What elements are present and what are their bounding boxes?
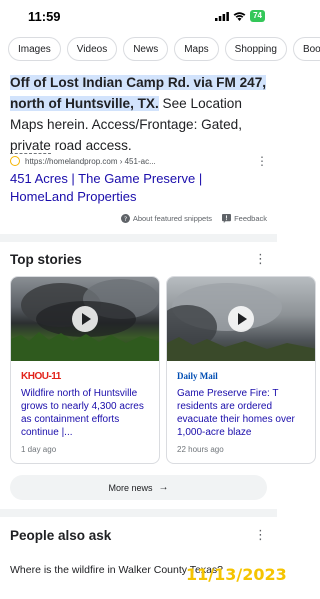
chip-maps[interactable]: Maps [174,37,219,61]
news-card[interactable]: KHOU-11 Wildfire north of Huntsville gro… [10,276,160,464]
status-bar: 11:59 74 [0,0,277,32]
feedback-label: Feedback [234,214,267,223]
news-thumbnail-smoke [11,277,159,361]
chip-shopping[interactable]: Shopping [224,37,287,61]
top-stories-title: Top stories [10,252,82,267]
chip-videos[interactable]: Videos [66,37,118,61]
news-headline[interactable]: Game Preserve Fire: T residents are orde… [177,387,312,439]
snippet-text-2: road access. [50,138,132,153]
snippet-highlight-1: Off of Lost Indian Camp Rd. via FM 247, [10,75,267,90]
feedback-icon [222,214,232,223]
about-featured-snippets[interactable]: ? About featured snippets [120,214,213,223]
news-source-daily-mail: Daily Mail [177,371,218,381]
news-source-khou: KHOU-11 [21,371,61,382]
play-icon[interactable] [228,306,254,332]
snippet-footer: ? About featured snippets Feedback [120,214,267,223]
chip-news[interactable]: News [123,37,169,61]
news-timestamp: 22 hours ago [177,445,224,454]
people-also-ask-title: People also ask [10,528,112,543]
battery-indicator: 74 [250,10,265,22]
arrow-right-icon: → [158,482,169,493]
signal-icon [215,11,229,21]
wifi-icon [233,11,246,21]
svg-text:?: ? [124,216,127,223]
section-divider [0,234,277,242]
snippet-dotted-term[interactable]: private [10,138,51,154]
section-divider [0,509,277,517]
chip-images[interactable]: Images [8,37,61,61]
about-snippets-label: About featured snippets [132,214,213,223]
play-icon[interactable] [72,306,98,332]
featured-snippet: Off of Lost Indian Camp Rd. via FM 247, … [10,72,270,156]
site-favicon-icon [10,156,20,166]
more-options-icon[interactable]: ⋮ [256,155,268,167]
result-source[interactable]: https://homelandprop.com › 451-ac... ⋮ [10,155,268,167]
chip-books[interactable]: Boo [292,37,320,61]
result-title-link[interactable]: 451 Acres | The Game Preserve | HomeLand… [10,170,268,206]
news-headline[interactable]: Wildfire north of Huntsville grows to ne… [21,387,156,439]
more-news-label: More news [108,482,153,493]
feedback-link[interactable]: Feedback [222,214,267,223]
news-timestamp: 1 day ago [21,445,57,454]
more-news-button[interactable]: More news → [10,475,267,500]
top-stories-more-icon[interactable]: ⋮ [254,251,267,267]
help-icon: ? [120,214,130,223]
search-filter-chips: Images Videos News Maps Shopping Boo [8,37,320,61]
result-url: https://homelandprop.com › 451-ac... [25,156,156,166]
people-also-ask-more-icon[interactable]: ⋮ [254,527,267,543]
status-icons: 74 [215,10,265,22]
date-watermark: 11/13/2023 [186,565,287,584]
news-thumbnail-fire [167,277,315,361]
news-card[interactable]: Daily Mail Game Preserve Fire: T residen… [166,276,316,464]
snippet-highlight-2: north of Huntsville, TX. [10,96,159,111]
status-time: 11:59 [28,9,61,24]
